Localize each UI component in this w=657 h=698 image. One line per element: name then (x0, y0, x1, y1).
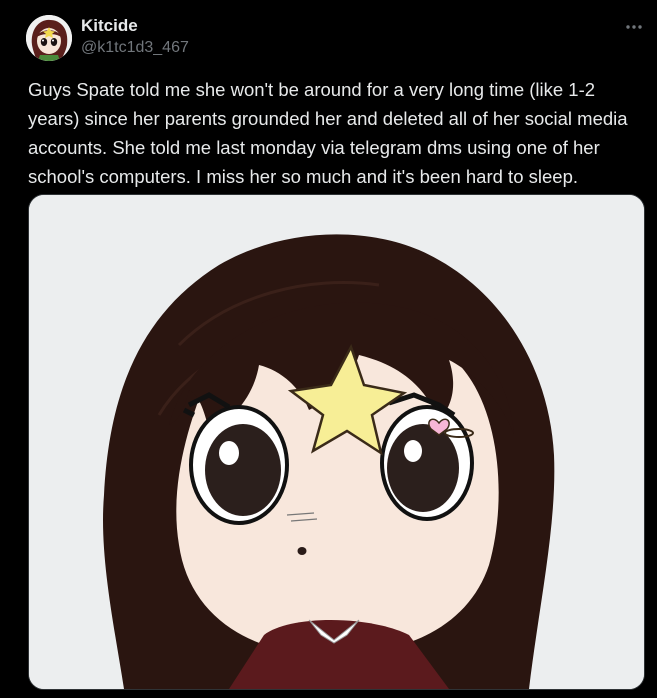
ellipsis-horizontal-icon (626, 25, 642, 29)
post-media-image[interactable] (28, 194, 645, 690)
author-display-name[interactable]: Kitcide (81, 15, 189, 37)
author-handle[interactable]: @k1tc1d3_467 (81, 38, 189, 58)
post: Kitcide @k1tc1d3_467 Guys Spate told me … (0, 0, 657, 698)
character-illustration (29, 195, 644, 689)
avatar-image (26, 15, 72, 61)
avatar[interactable] (26, 15, 72, 61)
more-options-button[interactable] (623, 16, 645, 38)
author-block: Kitcide @k1tc1d3_467 (81, 15, 189, 58)
post-text: Guys Spate told me she won't be around f… (28, 79, 628, 187)
